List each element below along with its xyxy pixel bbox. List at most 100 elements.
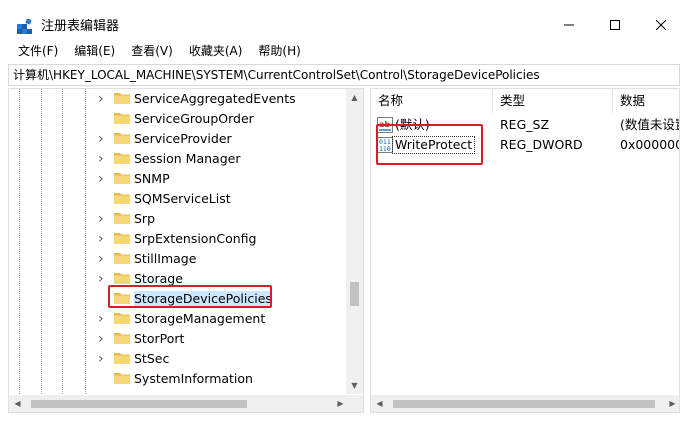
regedit-window: 注册表编辑器 文件(F) 编辑(E) 查看(V) 收藏夹(A) 帮助(H) 计算… bbox=[0, 0, 687, 424]
chevron-right-icon[interactable]: › bbox=[98, 252, 108, 266]
value-name: WriteProtect bbox=[391, 136, 476, 154]
chevron-right-icon[interactable]: › bbox=[98, 132, 108, 146]
title-bar[interactable]: 注册表编辑器 bbox=[0, 0, 687, 40]
tree-horizontal-scrollbar[interactable]: ◀ ▶ bbox=[9, 395, 349, 412]
chevron-right-icon[interactable]: › bbox=[98, 212, 108, 226]
menu-favorites[interactable]: 收藏夹(A) bbox=[181, 40, 251, 62]
chevron-right-icon[interactable]: › bbox=[98, 152, 108, 166]
folder-icon bbox=[114, 233, 130, 244]
scroll-thumb[interactable] bbox=[393, 400, 655, 408]
scroll-down-icon[interactable]: ▼ bbox=[346, 377, 363, 394]
folder-icon bbox=[114, 373, 130, 384]
string-value-icon: ab bbox=[377, 117, 393, 133]
address-bar[interactable]: 计算机\HKEY_LOCAL_MACHINE\SYSTEM\CurrentCon… bbox=[8, 64, 680, 86]
scroll-thumb[interactable] bbox=[31, 400, 247, 408]
close-icon bbox=[656, 20, 666, 30]
minimize-icon bbox=[564, 24, 574, 26]
value-row-writeprotect[interactable]: 011 110 WriteProtect REG_DWORD 0x0000000… bbox=[371, 135, 679, 155]
tree-item[interactable]: StorageDevicePolicies bbox=[9, 289, 349, 309]
window-title: 注册表编辑器 bbox=[41, 19, 120, 34]
menu-edit[interactable]: 编辑(E) bbox=[66, 40, 123, 62]
folder-icon bbox=[114, 213, 130, 224]
tree-item[interactable]: › StillImage bbox=[9, 249, 349, 269]
tree-item-label: StorPort bbox=[134, 331, 185, 346]
chevron-right-icon[interactable]: › bbox=[98, 332, 108, 346]
scroll-right-icon[interactable]: ▶ bbox=[664, 395, 679, 412]
tree-item[interactable]: SystemInformation bbox=[9, 369, 349, 389]
tree-item[interactable]: › SNMP bbox=[9, 169, 349, 189]
scroll-left-icon[interactable]: ◀ bbox=[371, 395, 388, 412]
svg-text:110: 110 bbox=[379, 145, 391, 153]
scroll-corner bbox=[346, 395, 363, 412]
tree-item[interactable]: › ServiceAggregatedEvents bbox=[9, 89, 349, 109]
maximize-icon bbox=[610, 20, 620, 30]
tree-item-label: ServiceProvider bbox=[134, 131, 232, 146]
chevron-right-icon[interactable]: › bbox=[98, 272, 108, 286]
value-name: (默认) bbox=[395, 117, 430, 132]
tree-item-label: Storage bbox=[134, 271, 183, 286]
tree-item-label: Srp bbox=[134, 211, 156, 226]
tree-item-label: StillImage bbox=[134, 251, 197, 266]
value-type: REG_SZ bbox=[500, 117, 550, 132]
folder-icon bbox=[114, 173, 130, 184]
folder-icon bbox=[114, 193, 130, 204]
value-data: (数值未设置) bbox=[620, 117, 679, 132]
folder-icon bbox=[114, 353, 130, 364]
chevron-right-icon[interactable]: › bbox=[98, 232, 108, 246]
menu-bar: 文件(F) 编辑(E) 查看(V) 收藏夹(A) 帮助(H) bbox=[0, 40, 687, 62]
tree-item-label: Session Manager bbox=[134, 151, 241, 166]
value-data: 0x00000000 bbox=[620, 137, 679, 152]
tree-item[interactable]: › Storage bbox=[9, 269, 349, 289]
tree-item[interactable]: › StorageManagement bbox=[9, 309, 349, 329]
menu-help[interactable]: 帮助(H) bbox=[250, 40, 308, 62]
tree-item[interactable]: › StorPort bbox=[9, 329, 349, 349]
tree-item[interactable]: › SrpExtensionConfig bbox=[9, 229, 349, 249]
chevron-right-icon[interactable]: › bbox=[98, 172, 108, 186]
menu-file[interactable]: 文件(F) bbox=[10, 40, 66, 62]
folder-icon bbox=[114, 153, 130, 164]
tree-item[interactable]: › StSec bbox=[9, 349, 349, 369]
tree-item[interactable]: › Session Manager bbox=[9, 149, 349, 169]
folder-icon bbox=[114, 333, 130, 344]
dword-value-icon: 011 110 bbox=[377, 137, 393, 153]
key-tree-pane[interactable]: › ServiceAggregatedEvents ServiceGroupOrde… bbox=[8, 88, 364, 413]
folder-icon bbox=[114, 113, 130, 124]
tree-vertical-scrollbar[interactable]: ▲ ▼ bbox=[346, 89, 363, 394]
minimize-button[interactable] bbox=[546, 10, 592, 40]
tree-item-label: SQMServiceList bbox=[134, 191, 231, 206]
tree-item[interactable]: › ServiceProvider bbox=[9, 129, 349, 149]
tree-item-label: StSec bbox=[134, 351, 170, 366]
tree-item-label: SystemInformation bbox=[134, 371, 253, 386]
chevron-right-icon[interactable]: › bbox=[98, 352, 108, 366]
tree-item-label: StorageManagement bbox=[134, 311, 266, 326]
value-row-default[interactable]: ab (默认) REG_SZ (数值未设置) bbox=[371, 115, 679, 135]
folder-icon bbox=[114, 313, 130, 324]
column-header-name[interactable]: 名称 bbox=[371, 89, 493, 113]
tree-item-label: SNMP bbox=[134, 171, 170, 186]
values-pane[interactable]: 名称 类型 数据 ab (默认) REG_SZ (数值未设置) 011 110 … bbox=[370, 88, 680, 413]
folder-icon bbox=[114, 93, 130, 104]
tree-item[interactable]: SQMServiceList bbox=[9, 189, 349, 209]
scroll-left-icon[interactable]: ◀ bbox=[9, 395, 26, 412]
svg-text:ab: ab bbox=[379, 120, 390, 129]
values-horizontal-scrollbar[interactable]: ◀ ▶ bbox=[371, 395, 679, 412]
folder-icon bbox=[114, 253, 130, 264]
tree-item-label: ServiceGroupOrder bbox=[134, 111, 254, 126]
scroll-up-icon[interactable]: ▲ bbox=[346, 89, 363, 106]
chevron-right-icon[interactable]: › bbox=[98, 92, 108, 106]
tree-item-label: ServiceAggregatedEvents bbox=[134, 91, 296, 106]
column-header-data[interactable]: 数据 bbox=[613, 89, 679, 113]
folder-icon bbox=[114, 293, 130, 304]
tree-item[interactable]: › Srp bbox=[9, 209, 349, 229]
scroll-thumb[interactable] bbox=[350, 282, 359, 306]
value-type: REG_DWORD bbox=[500, 137, 583, 152]
tree-item-label: SrpExtensionConfig bbox=[134, 231, 257, 246]
regedit-icon bbox=[17, 19, 32, 34]
tree-item-label: StorageDevicePolicies bbox=[134, 291, 272, 307]
tree-item[interactable]: ServiceGroupOrder bbox=[9, 109, 349, 129]
maximize-button[interactable] bbox=[592, 10, 638, 40]
menu-view[interactable]: 查看(V) bbox=[123, 40, 181, 62]
chevron-right-icon[interactable]: › bbox=[98, 312, 108, 326]
column-header-type[interactable]: 类型 bbox=[493, 89, 613, 113]
close-button[interactable] bbox=[638, 10, 684, 40]
